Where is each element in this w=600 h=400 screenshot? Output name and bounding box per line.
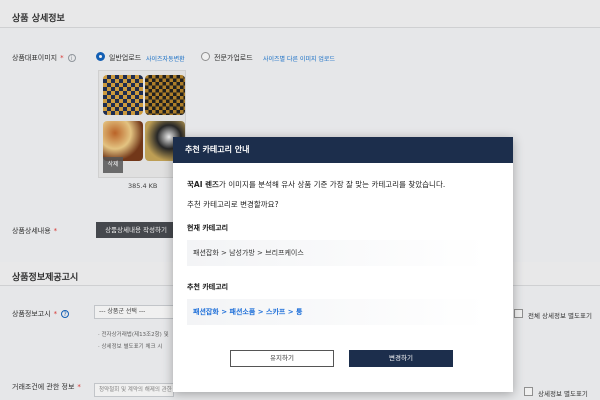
modal-title: 추천 카테고리 안내 bbox=[173, 137, 513, 163]
change-button[interactable]: 변경하기 bbox=[349, 350, 453, 367]
recommended-category-label: 추천 카테고리 bbox=[187, 283, 229, 291]
modal-message-text: 가 이미지를 분석해 유사 상품 기준 가장 잘 맞는 카테고리를 찾았습니다. bbox=[218, 180, 446, 189]
current-category-value: 패션잡화 > 남성가방 > 브리프케이스 bbox=[187, 240, 487, 266]
modal-message: 꾹AI 렌즈가 이미지를 분석해 유사 상품 기준 가장 잘 맞는 카테고리를 … bbox=[187, 179, 445, 190]
recommend-category-modal: 추천 카테고리 안내 꾹AI 렌즈가 이미지를 분석해 유사 상품 기준 가장 … bbox=[173, 137, 513, 392]
ai-lens-name: 꾹AI 렌즈 bbox=[187, 180, 219, 189]
recommended-category-value: 패션잡화 > 패션소품 > 스카프 > 퉁 bbox=[187, 299, 487, 325]
modal-question: 추천 카테고리로 변경할까요? bbox=[187, 200, 279, 209]
current-category-label: 현재 카테고리 bbox=[187, 224, 229, 232]
keep-button[interactable]: 유지하기 bbox=[230, 350, 334, 367]
